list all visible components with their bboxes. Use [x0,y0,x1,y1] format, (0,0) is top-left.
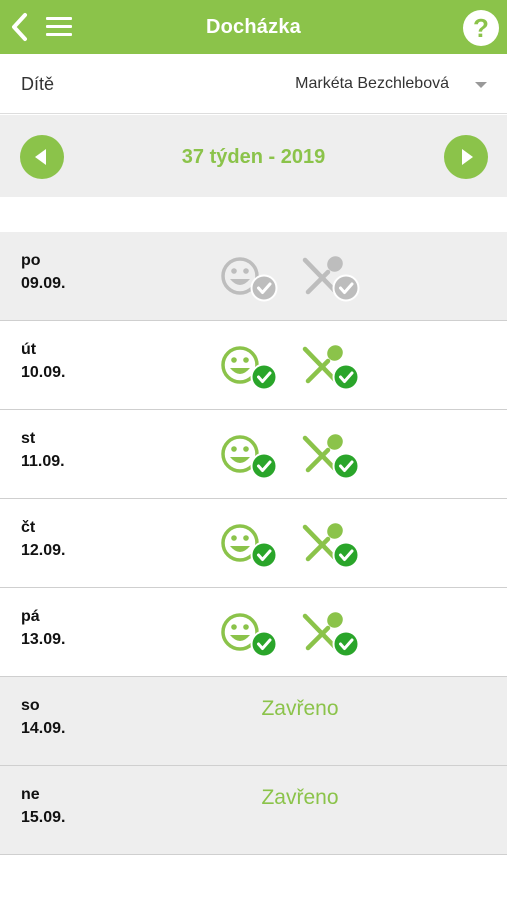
check-badge-icon [332,541,360,569]
attendance-icons[interactable] [218,519,368,575]
day-date: 09.09. [21,275,66,292]
check-badge-icon [250,452,278,480]
check-badge-icon [250,274,278,302]
day-name: po [21,252,41,269]
day-name: út [21,341,37,358]
check-badge-icon [332,630,360,658]
day-name: čt [21,519,36,536]
child-select-value[interactable]: Markéta Bezchlebová [295,75,449,93]
help-button[interactable]: ? [463,10,499,46]
dropdown-caret-icon[interactable] [475,82,487,88]
attendance-icons[interactable] [218,430,368,486]
week-label: 37 týden - 2019 [181,146,326,168]
presence-smiley-icon [221,257,278,302]
week-navigator: 37 týden - 2019 [0,115,507,197]
day-row[interactable]: po 09.09. [0,232,507,321]
check-badge-icon [250,363,278,391]
check-badge-icon [332,363,360,391]
child-selector[interactable]: Dítě Markéta Bezchlebová [0,54,507,114]
meal-cutlery-icon [302,256,360,302]
day-name: ne [21,786,40,803]
day-date: 11.09. [21,453,65,470]
attendance-icons[interactable] [218,252,368,308]
child-label: Dítě [21,74,55,94]
presence-smiley-icon [221,346,278,391]
check-badge-icon [332,452,360,480]
day-name: st [21,430,36,447]
meal-cutlery-icon [302,612,360,658]
app-header: Docházka ? [0,0,507,54]
day-row[interactable]: pá 13.09. [0,588,507,677]
check-badge-icon [250,541,278,569]
day-row[interactable]: st 11.09. [0,410,507,499]
day-row[interactable]: čt 12.09. [0,499,507,588]
day-date: 15.09. [21,809,66,826]
attendance-icons[interactable] [218,341,368,397]
day-row[interactable]: út 10.09. [0,321,507,410]
day-row[interactable]: ne 15.09. Zavřeno [0,766,507,855]
attendance-icons[interactable] [218,608,368,664]
day-date: 13.09. [21,631,66,648]
closed-label: Zavřeno [261,697,339,720]
closed-label: Zavřeno [261,786,339,809]
presence-smiley-icon [221,435,278,480]
meal-cutlery-icon [302,523,360,569]
meal-cutlery-icon [302,345,360,391]
day-date: 14.09. [21,720,66,737]
next-week-button[interactable] [444,135,488,179]
presence-smiley-icon [221,524,278,569]
presence-smiley-icon [221,613,278,658]
check-badge-icon [332,274,360,302]
day-name: so [21,697,40,714]
day-name: pá [21,608,40,625]
day-row[interactable]: so 14.09. Zavřeno [0,677,507,766]
day-date: 10.09. [21,364,66,381]
day-date: 12.09. [21,542,66,559]
meal-cutlery-icon [302,434,360,480]
page-title: Docházka [206,16,301,38]
check-badge-icon [250,630,278,658]
